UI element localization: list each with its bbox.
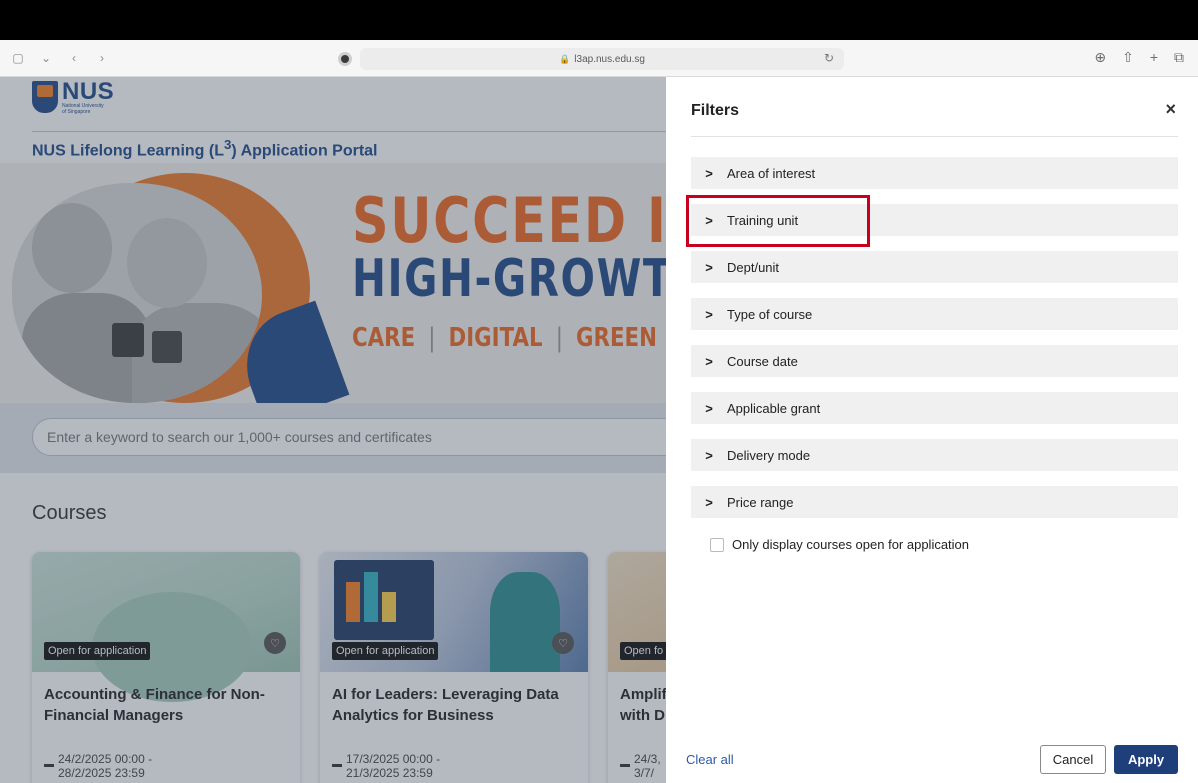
close-icon[interactable]: ×	[1165, 99, 1176, 120]
chevron-right-icon: >	[705, 447, 713, 463]
course-title[interactable]: AI for Leaders: Leveraging Data Analytic…	[332, 684, 582, 726]
filters-title: Filters	[691, 102, 740, 119]
download-icon[interactable]: ⊕	[1094, 49, 1106, 66]
filter-type-of-course[interactable]: > Type of course	[691, 298, 1178, 330]
course-date: ▬ 17/3/2025 00:00 -21/3/2025 23:59	[332, 752, 441, 780]
status-badge: Open for application	[332, 642, 439, 660]
tabs-overview-icon[interactable]: ⧉	[1174, 49, 1184, 66]
filter-delivery-mode[interactable]: > Delivery mode	[691, 439, 1178, 471]
lock-icon: 🔒	[559, 53, 571, 64]
hero-headline-1: SUCCEED I	[352, 184, 666, 257]
filter-label: Delivery mode	[727, 447, 811, 463]
open-only-checkbox-row[interactable]: Only display courses open for applicatio…	[710, 537, 969, 552]
filter-label: Applicable grant	[727, 400, 821, 416]
status-badge: Open fo	[620, 642, 666, 660]
logo-text: NUS	[62, 78, 115, 105]
nus-logo[interactable]: NUS National University of Singapore	[32, 78, 115, 115]
filter-course-date[interactable]: > Course date	[691, 345, 1178, 377]
course-title[interactable]: Amplif with D	[620, 684, 666, 726]
reload-icon[interactable]: ↻	[824, 51, 834, 65]
back-icon[interactable]: ‹	[66, 50, 82, 66]
page-title: NUS Lifelong Learning (L3) Application P…	[32, 137, 378, 160]
url-text: l3ap.nus.edu.sg	[574, 53, 645, 65]
clear-all-link[interactable]: Clear all	[686, 752, 734, 767]
calendar-icon: ▬	[620, 759, 630, 770]
course-date: ▬ 24/3, 3/7/	[620, 752, 661, 780]
course-card[interactable]: Open for application ♡ AI for Leaders: L…	[320, 552, 588, 783]
course-date: ▬ 24/2/2025 00:00 -28/2/2025 23:59	[44, 752, 153, 780]
filter-label: Type of course	[727, 306, 813, 322]
privacy-shield-icon[interactable]	[338, 52, 352, 66]
hero-banner: SUCCEED I HIGH-GROWTH CARE|DIGITAL|GREEN	[0, 163, 666, 403]
filter-dept-unit[interactable]: > Dept/unit	[691, 251, 1178, 283]
filter-label: Dept/unit	[727, 259, 780, 275]
hero-headline-2: HIGH-GROWTH	[352, 249, 666, 309]
chevron-right-icon: >	[705, 306, 713, 322]
heart-icon[interactable]: ♡	[552, 632, 574, 654]
filter-applicable-grant[interactable]: > Applicable grant	[691, 392, 1178, 424]
address-bar[interactable]: 🔒 l3ap.nus.edu.sg ↻	[360, 48, 844, 70]
chevron-right-icon: >	[705, 259, 713, 275]
new-tab-icon[interactable]: +	[1150, 49, 1158, 66]
chevron-right-icon: >	[705, 165, 713, 181]
filters-panel: Filters × > Area of interest > Training …	[666, 77, 1198, 783]
screen-top-bar	[0, 0, 1198, 40]
courses-page: NUS National University of Singapore NUS…	[0, 77, 666, 783]
header-divider	[32, 131, 666, 132]
page-content: NUS National University of Singapore NUS…	[0, 77, 1198, 783]
checkbox-label: Only display courses open for applicatio…	[732, 537, 970, 552]
open-only-checkbox[interactable]	[710, 537, 724, 552]
filter-label: Course date	[727, 353, 798, 369]
course-card[interactable]: Open for application ♡ Accounting & Fina…	[32, 552, 300, 783]
calendar-icon: ▬	[332, 759, 342, 770]
status-badge: Open for application	[44, 642, 151, 660]
course-title[interactable]: Accounting & Finance for Non-Financial M…	[44, 684, 294, 726]
course-card[interactable]: Open fo Amplif with D ▬ 24/3, 3/7/	[608, 552, 666, 783]
chevron-right-icon: >	[705, 353, 713, 369]
filter-label: Price range	[727, 494, 794, 510]
search-input[interactable]: Enter a keyword to search our 1,000+ cou…	[32, 418, 666, 456]
chevron-right-icon: >	[705, 400, 713, 416]
highlight-box	[686, 195, 870, 247]
courses-heading: Courses	[32, 502, 107, 524]
filter-label: Area of interest	[727, 165, 816, 181]
share-icon[interactable]: ⇧	[1122, 49, 1134, 66]
filter-area-of-interest[interactable]: > Area of interest	[691, 157, 1178, 189]
chevron-down-icon[interactable]: ⌄	[38, 50, 54, 66]
forward-icon[interactable]: ›	[94, 50, 110, 66]
search-section: Enter a keyword to search our 1,000+ cou…	[0, 403, 666, 473]
filter-price-range[interactable]: > Price range	[691, 486, 1178, 518]
heart-icon[interactable]: ♡	[264, 632, 286, 654]
hero-tagline: CARE | DIGITAL | GREEN	[352, 323, 657, 353]
sidebar-toggle-icon[interactable]: ▢	[10, 50, 26, 66]
filters-divider	[691, 136, 1178, 137]
chevron-right-icon: >	[705, 494, 713, 510]
logo-subtitle-2: of Singapore	[62, 109, 91, 115]
nus-crest-icon	[32, 81, 58, 113]
calendar-icon: ▬	[44, 759, 54, 770]
apply-button[interactable]: Apply	[1114, 745, 1178, 774]
hero-photo	[12, 183, 262, 403]
cancel-button[interactable]: Cancel	[1040, 745, 1106, 774]
